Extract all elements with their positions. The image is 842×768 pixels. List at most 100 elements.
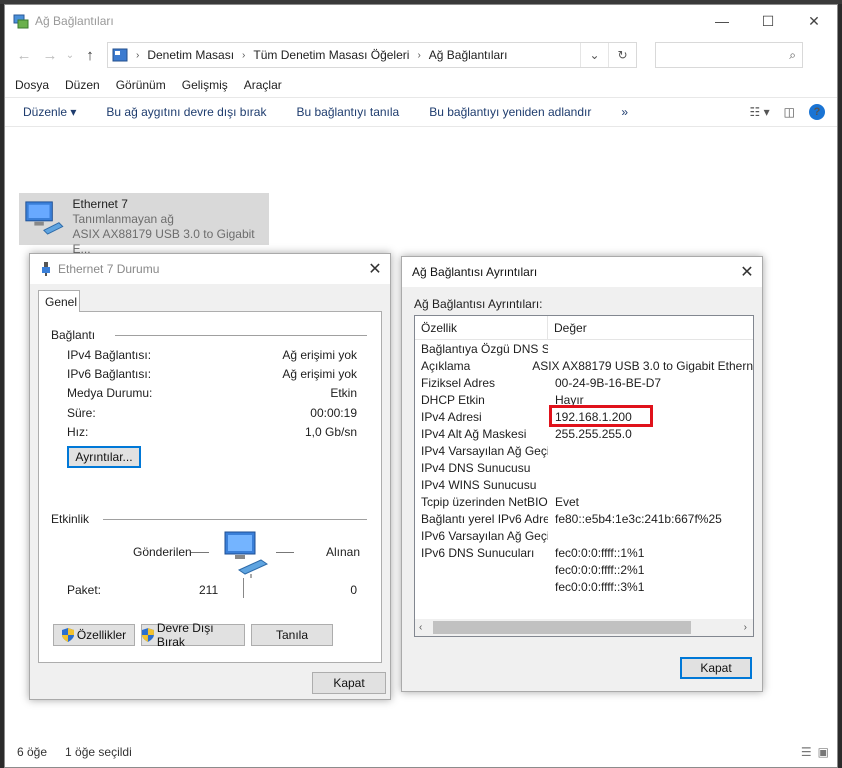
item-status: Tanımlanmayan ağ (72, 212, 174, 226)
ipv6-connectivity-row: IPv6 Bağlantısı: Ağ erişimi yok (67, 367, 357, 381)
disable-button[interactable]: Devre Dışı Bırak (141, 621, 245, 649)
ethernet-7-item[interactable]: Ethernet 7 Tanımlanmayan ağ ASIX AX88179… (19, 193, 269, 256)
list-item[interactable]: Fiziksel Adres 00-24-9B-16-BE-D7 (415, 376, 753, 393)
status-dialog-titlebar: Ethernet 7 Durumu ✕ (30, 254, 390, 284)
received-line (276, 552, 294, 553)
breadcrumb-network-connections[interactable]: Ağ Bağlantıları (429, 48, 508, 62)
list-item[interactable]: Bağlantı yerel IPv6 Adresi fe80::e5b4:1e3… (415, 512, 753, 529)
diagnose-button[interactable]: Bu bağlantıyı tanıla (296, 105, 399, 119)
more-commands-button[interactable]: » (621, 105, 628, 119)
address-bar[interactable]: › Denetim Masası › Tüm Denetim Masası Öğ… (107, 42, 637, 68)
list-item[interactable]: IPv6 Varsayılan Ağ Geçidi (415, 529, 753, 546)
property-cell: Bağlantı yerel IPv6 Adresi (421, 512, 548, 526)
search-input[interactable]: ⌕ (655, 42, 803, 68)
property-cell: Açıklama (421, 359, 471, 373)
properties-button-label: Özellikler (76, 628, 127, 642)
details-list-view[interactable]: Özellik Değer Bağlantıya Özgü DNS S... Aç… (414, 315, 754, 637)
selected-count: 1 öğe seçildi (65, 745, 132, 759)
tab-general[interactable]: Genel (38, 290, 80, 312)
scroll-left-icon[interactable]: ‹ (419, 622, 422, 633)
details-subtitle: Ağ Bağlantısı Ayrıntıları: (414, 297, 543, 311)
properties-button[interactable]: Özellikler (53, 624, 135, 646)
ipv4-highlight-box (549, 405, 653, 427)
large-icons-view-icon[interactable]: ▣ (818, 745, 829, 759)
list-header: Özellik Değer (415, 316, 753, 340)
up-arrow-icon[interactable]: ↑ (77, 47, 103, 64)
address-row: ← → ⌄ ↑ › Denetim Masası › Tüm Denetim M… (5, 37, 837, 73)
address-dropdown-icon[interactable]: ⌄ (580, 43, 608, 67)
item-count: 6 öğe (17, 745, 48, 759)
menu-edit[interactable]: Düzen (65, 78, 100, 92)
menu-advanced[interactable]: Gelişmiş (182, 78, 228, 92)
search-icon: ⌕ (789, 47, 796, 62)
received-label: Alınan (326, 545, 361, 559)
row-label: Hız: (67, 425, 89, 439)
row-value: 1,0 Gb/sn (304, 425, 357, 439)
menu-view[interactable]: Görünüm (116, 78, 166, 92)
rename-button[interactable]: Bu bağlantıyı yeniden adlandır (429, 105, 591, 119)
back-arrow-icon[interactable]: ← (11, 47, 37, 64)
diagnose-button[interactable]: Tanıla (251, 624, 333, 646)
property-cell: IPv4 Alt Ağ Maskesi (421, 427, 527, 441)
value-cell (548, 529, 555, 546)
list-item[interactable]: IPv4 Varsayılan Ağ Geçidi (415, 444, 753, 461)
ipv4-connectivity-row: IPv4 Bağlantısı: Ağ erişimi yok (67, 348, 357, 362)
menu-file[interactable]: Dosya (15, 78, 49, 92)
general-tab-panel: Bağlantı IPv4 Bağlantısı: Ağ erişimi yok… (38, 311, 382, 663)
maximize-button[interactable]: ☐ (745, 5, 791, 37)
organize-button[interactable]: Düzenle ▾ (23, 105, 76, 119)
breadcrumb-separator-icon: › (242, 49, 246, 61)
column-header-value[interactable]: Değer (548, 316, 587, 339)
property-cell: IPv4 WINS Sunucusu (421, 478, 537, 492)
list-item[interactable]: Açıklama ASIX AX88179 USB 3.0 to Gigabit … (415, 359, 753, 376)
disable-device-button[interactable]: Bu ağ aygıtını devre dışı bırak (106, 105, 266, 119)
refresh-icon[interactable]: ↻ (608, 43, 636, 67)
close-button[interactable]: ✕ (791, 5, 837, 37)
minimize-button[interactable]: — (699, 5, 745, 37)
uac-shield-icon (142, 628, 154, 642)
list-item[interactable]: IPv4 WINS Sunucusu (415, 478, 753, 495)
value-cell: fec0:0:0:ffff::1%1 (555, 546, 645, 560)
scroll-right-icon[interactable]: › (744, 622, 747, 633)
list-item[interactable]: IPv6 DNS Sunucuları fec0:0:0:ffff::1%1 (415, 546, 753, 563)
breadcrumb-control-panel[interactable]: Denetim Masası (147, 48, 234, 62)
packets-received-value: 0 (350, 583, 357, 597)
status-close-button[interactable]: Kapat (312, 672, 386, 694)
duration-row: Süre: 00:00:19 (67, 406, 357, 420)
forward-arrow-icon[interactable]: → (37, 47, 63, 64)
details-view-icon[interactable]: ☰ (801, 745, 812, 759)
preview-pane-icon[interactable]: ◫ (784, 105, 795, 119)
details-button[interactable]: Ayrıntılar... (67, 446, 141, 468)
item-name: Ethernet 7 (72, 197, 128, 211)
list-item[interactable]: IPv4 Alt Ağ Maskesi 255.255.255.0 (415, 427, 753, 444)
list-item[interactable]: Tcpip üzerinden NetBIO... Evet (415, 495, 753, 512)
row-value: Etkin (330, 386, 357, 400)
details-dialog-close-icon[interactable]: ✕ (732, 262, 762, 282)
column-header-property[interactable]: Özellik (415, 316, 548, 339)
list-item[interactable]: fec0:0:0:ffff::3%1 (415, 580, 753, 597)
value-cell: Evet (555, 495, 580, 509)
uac-shield-icon (61, 628, 74, 642)
property-cell: IPv6 Varsayılan Ağ Geçidi (421, 529, 548, 543)
command-bar: Düzenle ▾ Bu ağ aygıtını devre dışı bıra… (5, 97, 837, 127)
help-icon[interactable]: ? (809, 104, 825, 120)
list-item[interactable]: fec0:0:0:ffff::2%1 (415, 563, 753, 580)
list-item[interactable]: IPv4 DNS Sunucusu (415, 461, 753, 478)
property-cell: Tcpip üzerinden NetBIO... (421, 495, 548, 509)
horizontal-scrollbar[interactable]: ‹ › (415, 619, 753, 636)
disable-button-label: Devre Dışı Bırak (156, 621, 214, 649)
list-item[interactable]: Bağlantıya Özgü DNS S... (415, 342, 753, 359)
menu-tools[interactable]: Araçlar (244, 78, 282, 92)
status-dialog-close-icon[interactable]: ✕ (360, 259, 390, 279)
breadcrumb-separator-icon: › (136, 49, 140, 61)
breadcrumb-all-items[interactable]: Tüm Denetim Masası Öğeleri (253, 48, 409, 62)
scroll-thumb[interactable] (433, 621, 691, 634)
view-options-icon[interactable]: ☷ ▾ (750, 105, 770, 119)
history-chevron-icon[interactable]: ⌄ (63, 50, 77, 61)
activity-group-label: Etkinlik (51, 512, 90, 526)
speed-row: Hız: 1,0 Gb/sn (67, 425, 357, 439)
media-state-row: Medya Durumu: Etkin (67, 386, 357, 400)
breadcrumb-separator-icon: › (417, 49, 421, 61)
details-close-button[interactable]: Kapat (680, 657, 752, 679)
row-value: 00:00:19 (310, 406, 357, 420)
